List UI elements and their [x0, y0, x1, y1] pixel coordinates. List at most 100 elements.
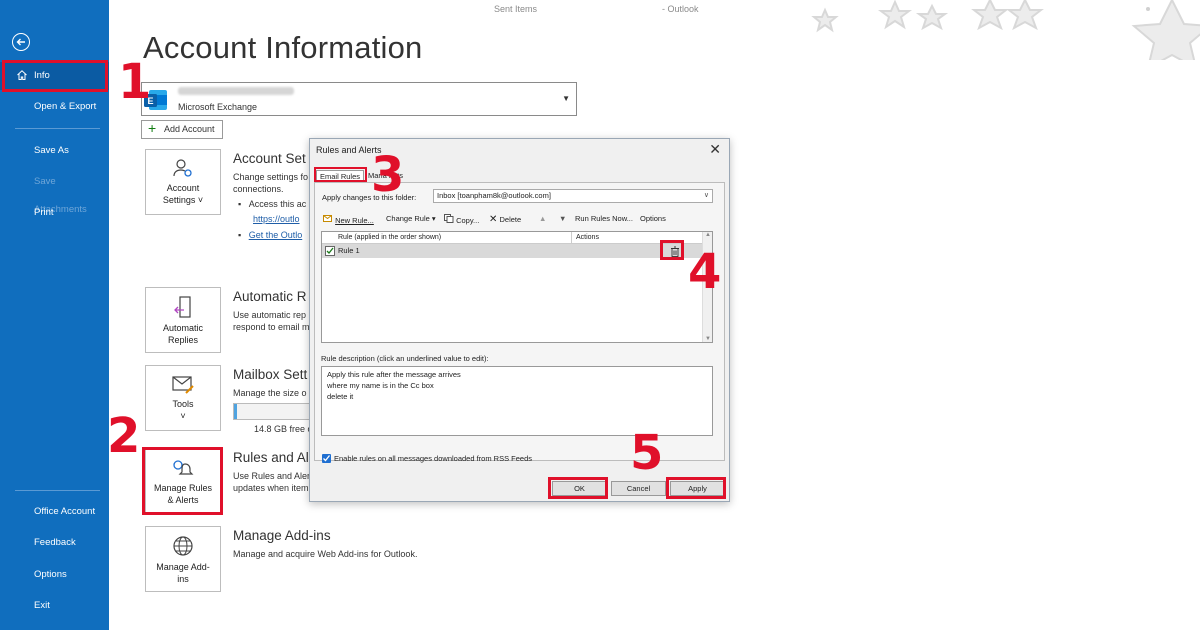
nav-open-export[interactable]: Open & Export: [0, 93, 109, 121]
decorative-stars-icon: [811, 0, 1200, 60]
description-line-1: Apply this rule after the message arrive…: [327, 370, 461, 379]
automatic-replies-line2: Replies: [167, 335, 198, 345]
chevron-down-icon: ∨: [703, 192, 709, 199]
step-number-4: 4: [688, 244, 722, 300]
new-rule-button[interactable]: New Rule...: [323, 214, 374, 225]
rss-label: Enable rules on all messages downloaded …: [334, 454, 533, 463]
cancel-button[interactable]: Cancel: [611, 481, 666, 496]
tools-line1: Tools: [172, 399, 194, 409]
close-icon[interactable]: ✕: [709, 141, 721, 158]
new-rule-icon: [323, 215, 332, 222]
mailbox-text1: Manage the size o: [233, 388, 307, 398]
copy-label: Copy...: [456, 216, 480, 225]
page-title: Account Information: [143, 30, 423, 65]
manage-addins-tile[interactable]: Manage Add- ins: [145, 526, 221, 592]
delete-label: Delete: [499, 215, 522, 224]
rules-text1: Use Rules and Aler: [233, 471, 311, 481]
sidebar-divider: [15, 490, 100, 491]
outlook-url-link[interactable]: https://outlo: [253, 214, 300, 226]
automatic-replies-text2: respond to email m: [233, 322, 310, 332]
mailbox-usage-fill: [234, 404, 238, 419]
bullet-1: ▪ Access this ac: [238, 199, 307, 209]
backstage-sidebar: Info Open & Export Save As Save Attachme…: [0, 0, 109, 630]
step-number-3: 3: [371, 147, 405, 203]
addins-text1: Manage and acquire Web Add-ins for Outlo…: [233, 549, 418, 559]
automatic-replies-tile[interactable]: Automatic Replies: [145, 287, 221, 353]
door-arrow-icon: [174, 296, 191, 318]
rule-description-label: Rule description (click an underlined va…: [321, 354, 489, 363]
add-account-button[interactable]: + Add Account: [141, 120, 223, 139]
rules-text2: updates when item: [233, 483, 309, 493]
description-line-2: where my name is in the Cc box: [327, 381, 434, 390]
mailbox-free: 14.8 GB free o: [254, 424, 313, 434]
rules-title: Rules and Al: [233, 450, 309, 465]
rule-checkbox[interactable]: [325, 246, 335, 256]
account-settings-text1: Change settings fo: [233, 172, 309, 182]
run-rules-now-button[interactable]: Run Rules Now...: [575, 214, 633, 223]
move-up-icon[interactable]: ▲: [539, 214, 546, 223]
automatic-replies-line1: Automatic: [162, 323, 204, 333]
sidebar-divider: [15, 128, 100, 129]
move-down-icon[interactable]: ▼: [559, 214, 566, 223]
access-text: Access this ac: [248, 199, 307, 209]
mailbox-usage-bar: [233, 403, 313, 420]
col-actions: Actions: [571, 232, 599, 244]
topbar-app: - Outlook: [662, 4, 699, 14]
highlight-manage-rules: [142, 447, 223, 515]
plus-icon: +: [148, 120, 157, 136]
account-settings-title: Account Set: [233, 151, 306, 166]
new-rule-label: New Rule...: [335, 216, 374, 225]
nav-options[interactable]: Options: [0, 561, 109, 589]
manage-addins-line2: ins: [177, 574, 189, 584]
back-arrow-icon[interactable]: [12, 33, 30, 51]
tools-tile[interactable]: Tools ˅: [145, 365, 221, 431]
step-number-2: 2: [107, 408, 141, 464]
scroll-up-icon[interactable]: ▲: [705, 232, 711, 238]
options-button[interactable]: Options: [640, 214, 666, 223]
copy-button[interactable]: Copy...: [444, 214, 479, 225]
automatic-replies-title: Automatic R: [233, 289, 307, 304]
mailbox-title: Mailbox Sett: [233, 367, 308, 382]
mailbox-tools-icon: [172, 376, 194, 394]
globe-icon: [173, 536, 193, 556]
nav-exit[interactable]: Exit: [0, 592, 109, 620]
nav-save-attachments: Save Attachments: [34, 176, 87, 215]
tools-line2: ˅: [180, 411, 186, 421]
add-account-label: Add Account: [164, 124, 215, 134]
account-settings-line1: Account: [166, 183, 200, 193]
rules-list: Rule (applied in the order shown) Action…: [321, 231, 713, 343]
highlight-ok: [548, 477, 608, 499]
step-number-5: 5: [630, 425, 664, 481]
table-row[interactable]: Rule 1: [322, 244, 703, 258]
account-selector[interactable]: E Microsoft Exchange ▼: [141, 82, 577, 116]
rss-checkbox[interactable]: [322, 454, 331, 463]
nav-save-as[interactable]: Save As: [0, 137, 109, 165]
change-rule-button[interactable]: Change Rule ▾: [386, 214, 436, 223]
folder-select[interactable]: Inbox [toanpham8k@outlook.com] ∨: [433, 189, 713, 203]
get-outlook-link[interactable]: Get the Outlo: [249, 230, 303, 240]
folder-value: Inbox [toanpham8k@outlook.com]: [437, 191, 551, 200]
description-line-3: delete it: [327, 392, 354, 401]
scroll-down-icon[interactable]: ▼: [705, 336, 711, 342]
account-type: Microsoft Exchange: [178, 102, 258, 112]
nav-office-account[interactable]: Office Account: [0, 498, 109, 526]
bullet-2: ▪ Get the Outlo: [238, 230, 303, 240]
rules-list-header: Rule (applied in the order shown) Action…: [322, 232, 703, 244]
col-rule: Rule (applied in the order shown): [338, 234, 442, 241]
copy-icon: [444, 214, 454, 223]
highlight-email-rules: [314, 167, 367, 182]
highlight-info: [2, 60, 108, 92]
manage-addins-line1: Manage Add-: [156, 562, 210, 572]
automatic-replies-text1: Use automatic rep: [233, 310, 307, 320]
person-gear-icon: [173, 159, 192, 177]
account-email-redacted: [178, 87, 294, 95]
account-settings-text2: connections.: [233, 184, 284, 194]
delete-button[interactable]: ✕ Delete: [489, 214, 521, 225]
caret-down-icon: ▼: [562, 94, 570, 103]
nav-print[interactable]: Print: [0, 199, 109, 227]
nav-feedback[interactable]: Feedback: [0, 529, 109, 557]
step-number-1: 1: [118, 54, 152, 110]
account-settings-tile[interactable]: Account Settings ˅: [145, 149, 221, 215]
rule-name: Rule 1: [338, 246, 360, 255]
highlight-delete-action: [660, 240, 684, 260]
